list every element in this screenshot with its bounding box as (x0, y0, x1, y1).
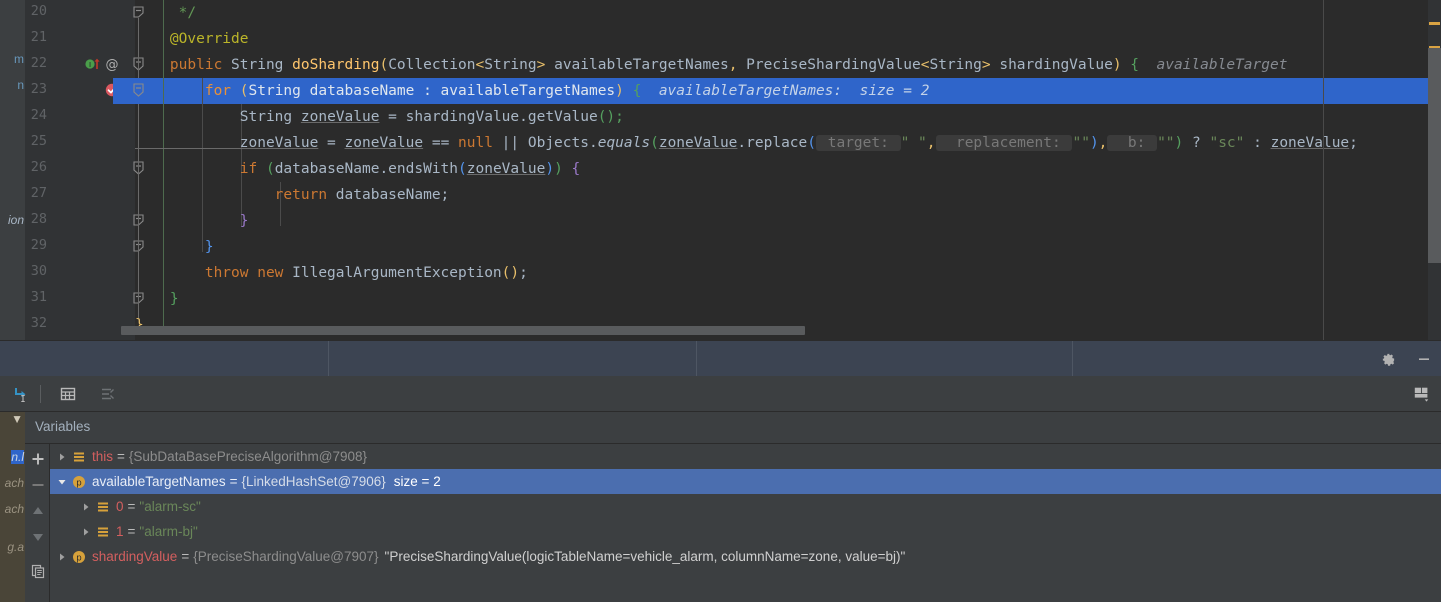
chevron-right-icon[interactable] (78, 502, 94, 512)
editor-horizontal-scrollbar[interactable] (121, 326, 1428, 335)
table-row[interactable]: 0 = "alarm-sc" (50, 494, 1441, 519)
editor-marker-bar[interactable] (1428, 0, 1441, 340)
variables-header: Variables (0, 412, 1441, 444)
code-line-26: if (databaseName.endsWith(zoneValue)) { (135, 156, 580, 182)
fold-marker-start[interactable] (132, 82, 145, 102)
warning-marker[interactable] (1429, 22, 1440, 25)
jump-to-source-icon[interactable] (12, 385, 30, 403)
rail-fragment: g.a (7, 540, 24, 554)
code-line-25: zoneValue = zoneValue == null || Objects… (135, 130, 1358, 156)
parameter-icon: p (70, 550, 88, 564)
array-value-icon (94, 501, 112, 513)
variables-title: Variables (35, 419, 90, 434)
variable-value: "alarm-sc" (139, 499, 200, 514)
parameter-icon: p (70, 475, 88, 489)
minimize-icon[interactable] (1415, 350, 1433, 368)
code-line-30: throw new IllegalArgumentException(); (135, 260, 528, 286)
code-line-27: return databaseName; (135, 182, 449, 208)
variable-name: availableTargetNames (92, 474, 226, 489)
copy-icon[interactable] (29, 562, 47, 580)
rail-fragment: ach (5, 476, 24, 490)
variables-pane[interactable]: Variables n.l ach ach g.a ▼ (0, 412, 1441, 602)
header-separator (1072, 341, 1073, 377)
equals-sign: = (117, 449, 125, 464)
variable-value: "alarm-bj" (139, 524, 197, 539)
evaluate-table-icon[interactable] (59, 385, 77, 403)
left-panel-sliver[interactable]: n.l ach ach g.a ▼ (0, 412, 25, 602)
rail-fragment: ach (5, 502, 24, 516)
scrollbar-thumb[interactable] (121, 326, 805, 335)
annotation-icon[interactable]: @ (105, 56, 119, 75)
sort-values-icon[interactable] (99, 385, 117, 403)
override-method-icon[interactable]: I (85, 56, 101, 75)
left-toolwindow-sliver[interactable]: m n ion (0, 0, 25, 340)
variables-tree[interactable]: this = {SubDataBasePreciseAlgorithm@7908… (50, 444, 1441, 602)
svg-text:I: I (89, 61, 91, 69)
code-text[interactable]: */ @Override public String doSharding(Co… (135, 0, 1441, 340)
code-line-31: } (135, 286, 179, 312)
sliver-fragment: ion (8, 213, 24, 227)
move-up-icon[interactable] (29, 502, 47, 520)
code-line-29: } (135, 234, 214, 260)
sliver-fragment: m (14, 52, 24, 66)
remove-watch-icon[interactable] (29, 476, 47, 494)
header-separator (696, 341, 697, 377)
variable-ref: {LinkedHashSet@7906} (241, 474, 385, 489)
code-line-24: String zoneValue = shardingValue.getValu… (135, 104, 624, 130)
gear-icon[interactable] (1379, 350, 1397, 368)
add-watch-icon[interactable] (29, 450, 47, 468)
variable-size: size = 2 (394, 474, 441, 489)
svg-text:p: p (76, 553, 81, 563)
move-down-icon[interactable] (29, 528, 47, 546)
intellij-debugger-window: m n ion 20 21 22 23 24 25 26 27 28 29 30… (0, 0, 1441, 602)
chevron-down-icon[interactable] (54, 477, 70, 487)
variable-name: shardingValue (92, 549, 177, 564)
chevron-right-icon[interactable] (54, 552, 70, 562)
array-value-icon (70, 451, 88, 463)
variable-ref: {SubDataBasePreciseAlgorithm@7908} (129, 449, 367, 464)
equals-sign: = (128, 524, 136, 539)
code-line-28: } (135, 208, 249, 234)
code-line-20: */ (135, 0, 196, 26)
layout-settings-icon[interactable] (1413, 385, 1431, 403)
code-line-23: for (String databaseName : availableTarg… (135, 78, 929, 104)
array-value-icon (94, 526, 112, 538)
variable-name: 0 (116, 499, 124, 514)
chevron-right-icon[interactable] (78, 527, 94, 537)
equals-sign: = (230, 474, 238, 489)
editor-gutter[interactable]: 20 21 22 23 24 25 26 27 28 29 30 31 32 I (25, 0, 135, 340)
variable-ref: {PreciseShardingValue@7907} (193, 549, 378, 564)
debug-toolwindow-header[interactable] (0, 340, 1441, 376)
header-separator (328, 341, 329, 377)
svg-text:@: @ (106, 58, 119, 72)
chevron-right-icon[interactable] (54, 452, 70, 462)
variable-name: this (92, 449, 113, 464)
equals-sign: = (128, 499, 136, 514)
rail-fragment: n.l (11, 450, 24, 464)
table-row[interactable]: 1 = "alarm-bj" (50, 519, 1441, 544)
filter-icon[interactable]: ▼ (11, 412, 23, 426)
right-margin-guide (1323, 0, 1324, 340)
toolbar-separator (40, 385, 41, 403)
svg-text:p: p (76, 478, 81, 488)
table-row[interactable]: p availableTargetNames = {LinkedHashSet@… (50, 469, 1441, 494)
variable-name: 1 (116, 524, 124, 539)
watch-buttons-column[interactable] (25, 444, 50, 602)
debugger-toolbar[interactable] (0, 376, 1441, 412)
table-row[interactable]: this = {SubDataBasePreciseAlgorithm@7908… (50, 444, 1441, 469)
code-editor[interactable]: m n ion 20 21 22 23 24 25 26 27 28 29 30… (0, 0, 1441, 340)
code-line-21: @Override (135, 26, 249, 52)
sliver-fragment: n (17, 78, 24, 92)
variable-tostring: "PreciseShardingValue(logicTableName=veh… (385, 549, 906, 564)
code-line-22: public String doSharding(Collection<Stri… (135, 52, 1287, 78)
table-row[interactable]: p shardingValue = {PreciseShardingValue@… (50, 544, 1441, 569)
editor-vertical-scrollbar[interactable] (1428, 48, 1441, 263)
equals-sign: = (181, 549, 189, 564)
